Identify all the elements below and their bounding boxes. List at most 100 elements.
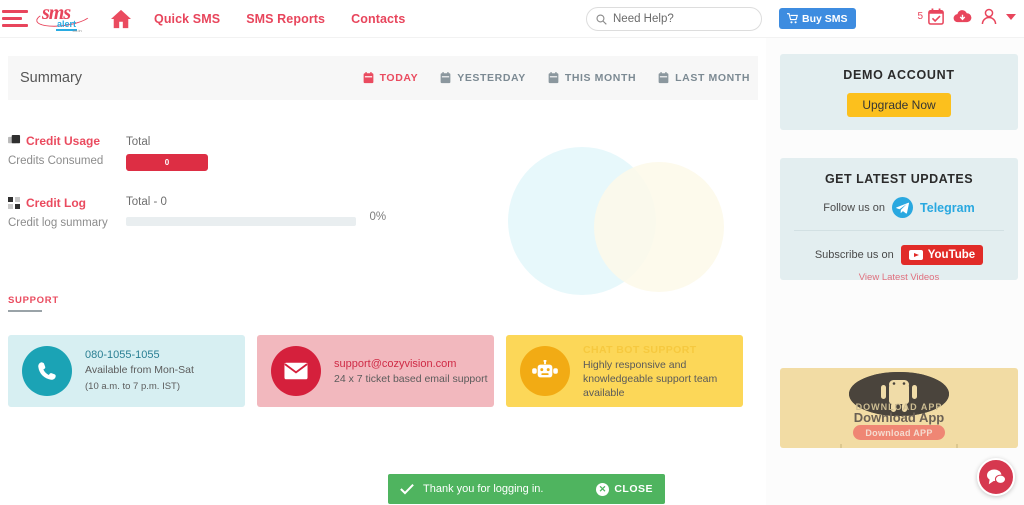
cart-icon — [787, 13, 798, 24]
period-tab-yesterday[interactable]: YESTERDAY — [440, 72, 526, 84]
download-app-button[interactable]: Download APP — [853, 425, 945, 440]
app-logo[interactable]: sms alert .co.in — [34, 2, 96, 36]
calendar-icon — [363, 72, 373, 84]
updates-title: GET LATEST UPDATES — [824, 172, 974, 186]
support-cards: 080-1055-1055 Available from Mon-Sat (10… — [8, 335, 743, 407]
period-label: TODAY — [379, 72, 419, 84]
support-chatbot-desc: Highly responsive and knowledgeable supp… — [583, 358, 718, 399]
credit-usage-subtitle: Credits Consumed — [8, 155, 104, 167]
search-input[interactable] — [613, 13, 743, 25]
period-tab-last-month[interactable]: LAST MONTH — [658, 72, 750, 84]
toast-close-label: CLOSE — [614, 483, 653, 495]
period-label: THIS MONTH — [564, 72, 637, 84]
nav-item-sms-reports[interactable]: SMS Reports — [246, 12, 325, 26]
credit-usage-label-group: Credit Usage Credits Consumed — [8, 134, 120, 167]
top-header: sms alert .co.in Quick SMS SMS Reports C… — [0, 0, 1024, 38]
period-label: YESTERDAY — [457, 72, 526, 84]
toast-message: Thank you for logging in. — [423, 483, 544, 495]
cloud-download-icon[interactable] — [953, 9, 972, 24]
credit-usage-total-label: Total — [126, 136, 151, 148]
phone-icon — [22, 346, 72, 396]
support-card-phone-text: 080-1055-1055 Available from Mon-Sat (10… — [85, 348, 194, 394]
credit-log-percent: 0% — [369, 211, 387, 223]
support-card-email-text: support@cozyvision.com 24 x 7 ticket bas… — [334, 357, 488, 386]
robot-icon — [520, 346, 570, 396]
period-tabs: TODAY YESTERDAY THIS MONTH LAST MONTH — [363, 72, 750, 84]
close-circle-icon: ✕ — [596, 482, 610, 496]
toast-close-button[interactable]: ✕ CLOSE — [596, 482, 653, 496]
calendar-icon — [440, 72, 451, 84]
credit-log-title: Credit Log — [26, 196, 86, 210]
summary-bar: Summary TODAY YESTERDAY THIS MONTH LAST … — [8, 56, 758, 100]
calendar-icon — [548, 72, 559, 84]
chevron-down-icon[interactable] — [1006, 13, 1016, 20]
follow-label: Follow us on — [823, 201, 886, 214]
support-card-phone[interactable]: 080-1055-1055 Available from Mon-Sat (10… — [8, 335, 245, 407]
support-phone-availability: Available from Mon-Sat — [85, 364, 194, 376]
logo-text-tld: .co.in — [72, 27, 82, 33]
period-tab-this-month[interactable]: THIS MONTH — [548, 72, 636, 84]
support-email-desc: 24 x 7 ticket based email support — [334, 372, 488, 385]
support-card-chatbot-text: CHAT BOT SUPPORT Highly responsive and k… — [583, 343, 723, 400]
calendar-check-icon[interactable] — [928, 8, 944, 25]
user-icon[interactable] — [981, 8, 997, 25]
subscribe-label: Subscribe us on — [814, 249, 894, 261]
credit-usage-title: Credit Usage — [26, 134, 101, 148]
telegram-link[interactable]: Telegram — [920, 201, 975, 215]
calendar-icon — [658, 72, 669, 84]
updates-divider — [794, 230, 1004, 231]
home-icon[interactable] — [110, 9, 132, 29]
chat-bubbles-icon — [987, 469, 1006, 485]
banner-corner-left — [840, 444, 858, 448]
youtube-label: YouTube — [927, 249, 976, 261]
header-icon-group: 5 — [917, 8, 1016, 25]
credit-usage-bar: 0 — [126, 154, 208, 171]
credit-usage-title-row: Credit Usage — [8, 134, 120, 148]
support-card-email[interactable]: support@cozyvision.com 24 x 7 ticket bas… — [257, 335, 494, 407]
support-card-chatbot[interactable]: CHAT BOT SUPPORT Highly responsive and k… — [506, 335, 743, 407]
latest-updates-panel: GET LATEST UPDATES Follow us on Telegram… — [780, 158, 1018, 283]
credit-usage-row: Credit Usage Credits Consumed Total 0 — [8, 134, 748, 190]
support-phone-number: 080-1055-1055 — [85, 349, 160, 361]
main-nav: Quick SMS SMS Reports Contacts — [154, 12, 405, 26]
credit-block: Credit Usage Credits Consumed Total 0 Cr… — [8, 134, 748, 252]
credit-log-subtitle: Credit log summary — [8, 217, 108, 229]
credit-log-total-label: Total - 0 — [126, 196, 167, 208]
youtube-row: Subscribe us on YouTube — [780, 245, 1018, 265]
buy-sms-label: Buy SMS — [802, 12, 848, 25]
telegram-row: Follow us on Telegram — [780, 197, 1018, 218]
upgrade-now-button[interactable]: Upgrade Now — [847, 92, 951, 117]
youtube-icon — [908, 250, 923, 260]
credit-log-title-row: Credit Log — [8, 196, 120, 210]
support-heading: SUPPORT — [8, 295, 59, 306]
nav-item-contacts[interactable]: Contacts — [351, 12, 405, 26]
download-app-title: Download App — [853, 410, 945, 425]
support-phone-hours: (10 a.m. to 7 p.m. IST) — [85, 381, 181, 392]
nav-item-quick-sms[interactable]: Quick SMS — [154, 12, 220, 26]
credit-log-icon — [8, 197, 20, 209]
toast-notification: Thank you for logging in. ✕ CLOSE — [388, 474, 665, 504]
summary-title: Summary — [20, 70, 83, 86]
banner-corner-right — [940, 444, 958, 448]
youtube-button[interactable]: YouTube — [900, 245, 984, 265]
envelope-icon — [271, 346, 321, 396]
support-chatbot-title: CHAT BOT SUPPORT — [583, 343, 697, 356]
period-tab-today[interactable]: TODAY — [363, 72, 419, 84]
buy-sms-button[interactable]: Buy SMS — [779, 8, 856, 29]
page-root: sms alert .co.in Quick SMS SMS Reports C… — [0, 0, 1024, 505]
support-email-address: support@cozyvision.com — [334, 357, 457, 370]
credit-log-progress-bar — [126, 217, 356, 226]
main-content: Summary TODAY YESTERDAY THIS MONTH LAST … — [0, 38, 766, 505]
chat-support-fab[interactable] — [977, 458, 1015, 496]
credit-usage-values: Total 0 — [126, 136, 208, 171]
search-icon — [596, 13, 607, 25]
credit-log-row: Credit Log Credit log summary Total - 0 … — [8, 196, 748, 252]
telegram-icon[interactable] — [892, 197, 914, 218]
search-box[interactable] — [586, 7, 762, 31]
demo-account-panel: DEMO ACCOUNT Upgrade Now — [780, 54, 1018, 130]
download-app-banner[interactable]: DOWNLOAD APP Download App Download APP — [780, 368, 1018, 448]
credit-usage-icon — [8, 135, 21, 144]
right-sidebar: DEMO ACCOUNT Upgrade Now GET LATEST UPDA… — [766, 38, 1024, 505]
hamburger-menu-icon[interactable] — [0, 10, 28, 27]
view-latest-videos-link[interactable]: View Latest Videos — [780, 272, 1018, 283]
